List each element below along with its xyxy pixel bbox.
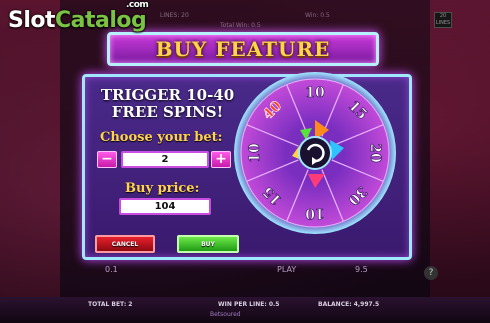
buy-price-label: Buy price: — [125, 181, 200, 196]
dialog-title-bar: BUY FEATURE — [107, 32, 379, 66]
wheel-segment-label: 20 — [367, 143, 383, 163]
help-icon[interactable]: ? — [424, 266, 438, 280]
wheel-segment-label: 10 — [305, 205, 325, 221]
wheel-segment-label: 10 — [247, 143, 263, 163]
buy-button[interactable]: BUY — [177, 235, 239, 253]
balance: BALANCE: 4,997.5 — [318, 301, 380, 308]
free-spins-wheel: 10 15 20 30 10 15 10 40 — [232, 70, 398, 236]
logo-suffix: .com — [125, 0, 149, 10]
bet-decrease-button[interactable]: − — [97, 151, 117, 168]
trigger-text: TRIGGER 10-40 FREE SPINS! — [85, 87, 250, 121]
logo-part2: Catalog — [55, 8, 147, 33]
wheel-center — [298, 136, 332, 170]
bet-value-right: 9.5 — [355, 265, 368, 274]
play-label[interactable]: PLAY — [277, 265, 296, 274]
brand-name: Betsoured — [210, 311, 241, 318]
reel-control-bar: 0.1 PLAY 9.5 — [65, 262, 435, 278]
buy-price-field: 104 — [119, 198, 211, 215]
bet-value-left: 0.1 — [105, 265, 118, 274]
bet-value-field: 2 — [121, 151, 209, 168]
bottom-status-bar: TOTAL BET: 2 WIN PER LINE: 0.5 BALANCE: … — [0, 297, 490, 323]
wheel-graphic: 1015203010151040 — [234, 72, 396, 234]
wheel-segment-label: 10 — [305, 85, 325, 101]
logo-part1: Slot — [8, 8, 56, 33]
trigger-line-1: TRIGGER 10-40 — [100, 86, 235, 104]
cancel-button[interactable]: CANCEL — [95, 235, 155, 253]
site-logo: SlotCatalog .com — [8, 0, 149, 33]
win-per-line: WIN PER LINE: 0.5 — [218, 301, 280, 308]
bet-increase-button[interactable]: + — [211, 151, 231, 168]
total-bet: TOTAL BET: 2 — [88, 301, 133, 308]
trigger-line-2: FREE SPINS! — [111, 103, 224, 121]
dialog-title: BUY FEATURE — [155, 37, 331, 61]
choose-bet-label: Choose your bet: — [100, 130, 223, 145]
